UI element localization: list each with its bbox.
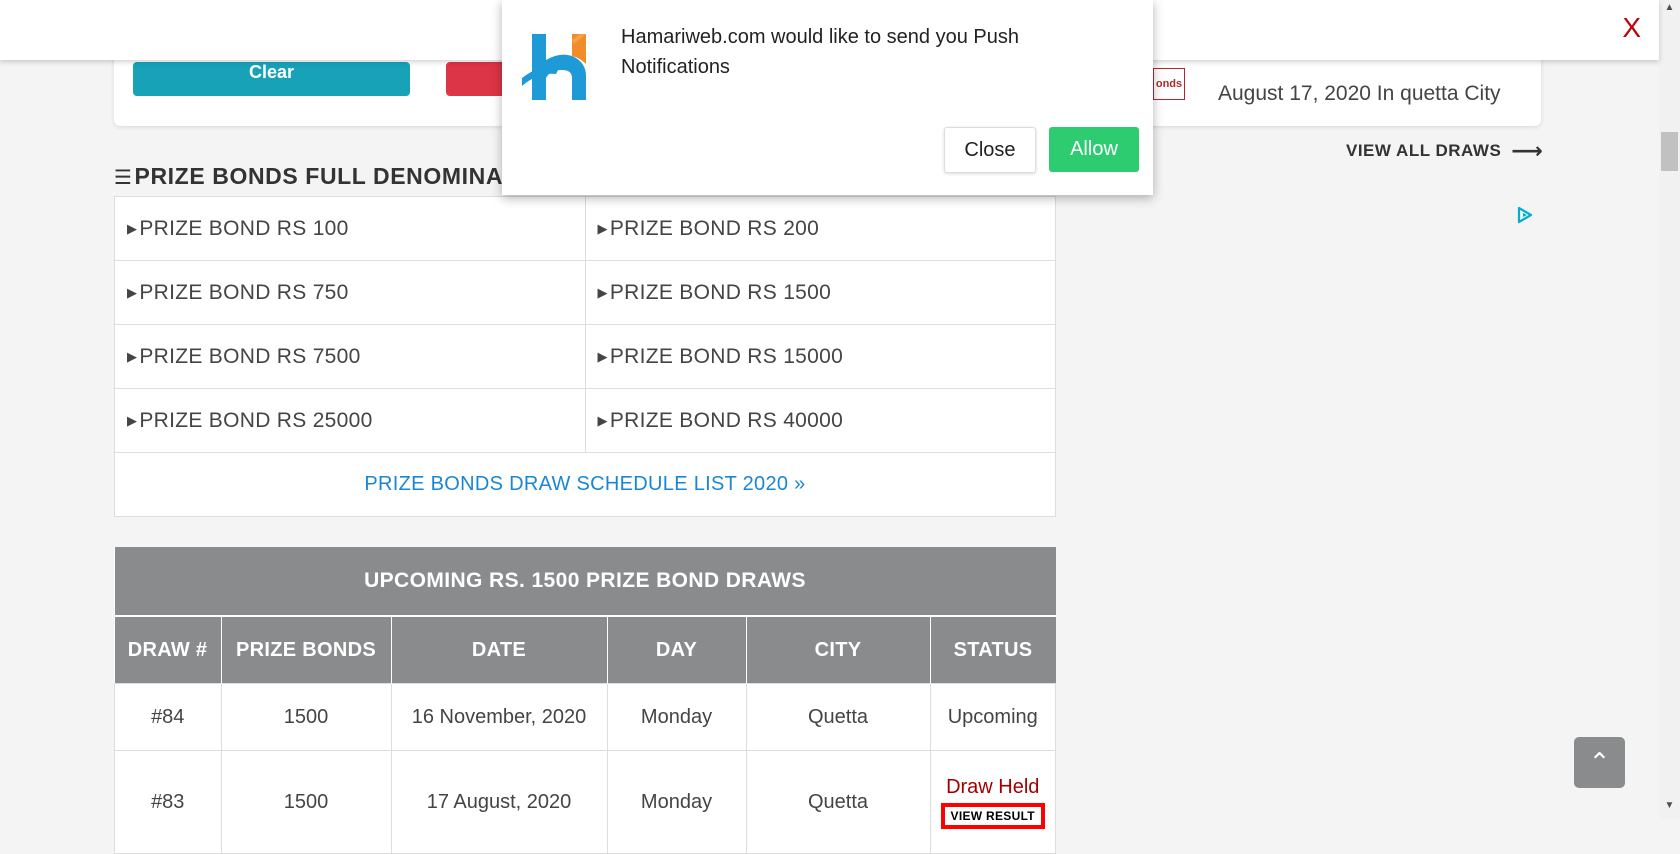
denomination-link[interactable]: ▶PRIZE BOND RS 25000 — [114, 388, 586, 453]
denomination-label: PRIZE BOND RS 40000 — [609, 408, 844, 432]
denominations-table: ▶PRIZE BOND RS 100 ▶PRIZE BOND RS 200 ▶P… — [114, 196, 1056, 517]
scroll-down-arrow-icon[interactable]: ▼ — [1659, 800, 1680, 817]
adchoices-icon[interactable] — [1515, 205, 1535, 225]
denomination-label: PRIZE BOND RS 100 — [139, 216, 349, 240]
view-result-button[interactable]: VIEW RESULT — [940, 802, 1045, 829]
scroll-to-top-button[interactable]: ⌃ — [1574, 737, 1625, 788]
draw-date: 17 August, 2020 — [390, 750, 608, 854]
page: Clear onds August 17, 2020 In quetta Cit… — [0, 0, 1659, 854]
column-header: DRAW # — [114, 616, 222, 684]
page-scrollbar[interactable]: ▲ ▼ — [1659, 0, 1680, 819]
chevron-up-icon: ⌃ — [1588, 747, 1611, 777]
draw-status-cell: Draw Held VIEW RESULT — [929, 750, 1056, 854]
denomination-link[interactable]: ▶PRIZE BOND RS 40000 — [584, 388, 1056, 453]
table-row: #84 1500 16 November, 2020 Monday Quetta… — [114, 683, 1056, 751]
caret-right-icon: ▶ — [127, 348, 138, 364]
caret-right-icon: ▶ — [127, 284, 138, 300]
denomination-link[interactable]: ▶PRIZE BOND RS 7500 — [114, 324, 586, 389]
table-row: #83 1500 17 August, 2020 Monday Quetta D… — [114, 750, 1056, 854]
push-close-button[interactable]: Close — [944, 127, 1036, 173]
draw-status: Draw Held — [946, 775, 1040, 798]
close-strip-button[interactable]: X — [1622, 12, 1641, 44]
caret-right-icon: ▶ — [127, 220, 138, 236]
denomination-label: PRIZE BOND RS 7500 — [139, 344, 361, 368]
caret-right-icon: ▶ — [597, 348, 608, 364]
push-allow-button[interactable]: Allow — [1049, 127, 1139, 172]
draw-day: Monday — [606, 683, 747, 751]
caret-right-icon: ▶ — [597, 220, 608, 236]
column-header: CITY — [746, 616, 931, 684]
scroll-up-arrow-icon[interactable]: ▲ — [1659, 2, 1680, 19]
draw-city: Quetta — [745, 683, 931, 751]
draw-schedule-link[interactable]: PRIZE BONDS DRAW SCHEDULE LIST 2020 » — [114, 452, 1056, 517]
draw-number: #83 — [114, 750, 222, 854]
latest-draw-info: August 17, 2020 In quetta City — [1218, 82, 1501, 105]
denomination-link[interactable]: ▶PRIZE BOND RS 100 — [114, 196, 586, 261]
caret-right-icon: ▶ — [597, 412, 608, 428]
column-header: STATUS — [930, 616, 1056, 684]
draw-status: Upcoming — [929, 683, 1056, 751]
draw-date: 16 November, 2020 — [390, 683, 608, 751]
view-all-draws-label: VIEW ALL DRAWS — [1346, 141, 1502, 160]
denomination-link[interactable]: ▶PRIZE BOND RS 15000 — [584, 324, 1056, 389]
draw-day: Monday — [606, 750, 747, 854]
denomination-label: PRIZE BOND RS 15000 — [609, 344, 844, 368]
view-all-draws-link[interactable]: VIEW ALL DRAWS ⟶ — [1346, 138, 1543, 164]
draw-city: Quetta — [745, 750, 931, 854]
upcoming-draws-title: UPCOMING RS. 1500 PRIZE BOND DRAWS — [114, 547, 1056, 617]
prize-bonds-thumbnail: onds — [1153, 68, 1185, 100]
push-notification-dialog: Hamariweb.com would like to send you Pus… — [502, 0, 1153, 195]
red-action-button[interactable] — [446, 62, 506, 96]
denomination-label: PRIZE BOND RS 200 — [609, 216, 820, 240]
denomination-link[interactable]: ▶PRIZE BOND RS 1500 — [584, 260, 1056, 325]
list-icon: ☰ — [114, 167, 133, 189]
push-message: Hamariweb.com would like to send you Pus… — [621, 26, 1019, 78]
column-header: DAY — [607, 616, 747, 684]
denominations-title: PRIZE BONDS FULL DENOMINA — [134, 163, 504, 189]
caret-right-icon: ▶ — [127, 412, 138, 428]
hamariweb-logo — [522, 34, 586, 100]
denomination-label: PRIZE BOND RS 25000 — [139, 408, 373, 432]
column-header: DATE — [391, 616, 608, 684]
denomination-link[interactable]: ▶PRIZE BOND RS 750 — [114, 260, 586, 325]
scrollbar-thumb[interactable] — [1661, 132, 1678, 171]
prize-bond-value: 1500 — [220, 683, 392, 751]
caret-right-icon: ▶ — [597, 284, 608, 300]
clear-button[interactable]: Clear — [133, 62, 410, 96]
denomination-label: PRIZE BOND RS 750 — [139, 280, 349, 304]
column-header: PRIZE BONDS — [221, 616, 392, 684]
denomination-label: PRIZE BOND RS 1500 — [609, 280, 832, 304]
draw-number: #84 — [114, 683, 222, 751]
denominations-heading: ☰PRIZE BONDS FULL DENOMINA — [114, 163, 503, 190]
denomination-link[interactable]: ▶PRIZE BOND RS 200 — [584, 196, 1056, 261]
upcoming-draws-table: UPCOMING RS. 1500 PRIZE BOND DRAWS DRAW … — [114, 547, 1056, 854]
prize-bond-value: 1500 — [220, 750, 392, 854]
arrow-right-icon: ⟶ — [1511, 138, 1544, 163]
